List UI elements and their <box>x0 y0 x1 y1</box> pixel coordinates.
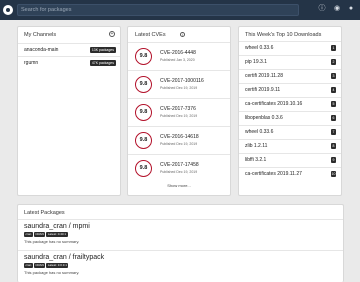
cve-published-date: Published Jan 3, 2020 <box>160 58 195 62</box>
show-more-link[interactable]: Show more... <box>128 183 230 188</box>
package-summary: This package has no summary. <box>24 239 80 244</box>
package-tags: cran CRAN Latest: 3.0.3.1 <box>24 263 324 268</box>
rank-badge: 4 <box>331 87 336 93</box>
rank-badge: 1 <box>331 45 336 51</box>
package-tag: CRAN <box>33 232 46 237</box>
cve-published-date: Published Dec 19, 2019 <box>160 114 198 118</box>
channel-item[interactable]: rgumn 47K packages <box>18 56 120 69</box>
package-tag: cran <box>24 263 33 268</box>
cve-id[interactable]: CVE-2017-1000116 <box>160 78 204 84</box>
download-item[interactable]: ca-certificates 2019.11.27 10 <box>239 167 341 179</box>
cve-score: 9.8 <box>135 48 152 65</box>
rank-badge: 5 <box>331 101 336 107</box>
cve-item[interactable]: 9.8 CVE-2016-14618 Published Dec 19, 201… <box>128 126 230 154</box>
latest-cves-card: Latest CVEs i 9.8 CVE-2016-4448 Publishe… <box>127 26 231 196</box>
cve-published-date: Published Dec 19, 2019 <box>160 170 198 174</box>
cve-id[interactable]: CVE-2016-14618 <box>160 134 199 140</box>
download-item[interactable]: zlib 1.2.11 8 <box>239 139 341 151</box>
info-icon[interactable]: i <box>180 32 185 37</box>
latest-packages-title: Latest Packages <box>24 210 65 216</box>
cve-item[interactable]: 9.8 CVE-2017-1000116 Published Dec 19, 2… <box>128 70 230 98</box>
package-tag: cran <box>24 232 33 237</box>
download-package-name[interactable]: wheel 0.33.6 <box>245 129 273 135</box>
download-package-name[interactable]: zlib 1.2.11 <box>245 143 267 149</box>
info-icon[interactable]: ⓘ <box>318 5 326 13</box>
cve-id[interactable]: CVE-2016-4448 <box>160 50 196 56</box>
download-package-name[interactable]: ca-certificates 2019.10.16 <box>245 101 302 107</box>
download-package-name[interactable]: certifi 2019.11.28 <box>245 73 283 79</box>
download-item[interactable]: certifi 2019.9.11 4 <box>239 83 341 95</box>
channel-name: anaconda-main <box>24 47 59 53</box>
anaconda-logo-icon[interactable] <box>3 5 13 15</box>
package-item[interactable]: saundra_cran / frailtypack cran CRAN Lates… <box>24 254 324 275</box>
rank-badge: 9 <box>331 157 336 163</box>
search-input[interactable]: Search for packages <box>17 4 299 16</box>
cve-score: 9.8 <box>135 104 152 121</box>
download-item[interactable]: wheel 0.33.6 1 <box>239 41 341 53</box>
download-item[interactable]: ca-certificates 2019.10.16 5 <box>239 97 341 109</box>
cve-score: 9.8 <box>135 76 152 93</box>
cve-score: 9.8 <box>135 160 152 177</box>
channel-name: rgumn <box>24 60 39 66</box>
download-package-name[interactable]: libopenblas 0.3.6 <box>245 115 283 121</box>
download-package-name[interactable]: ca-certificates 2019.11.27 <box>245 171 302 177</box>
latest-packages-card: Latest Packages saundra_cran / mpmi cran… <box>17 204 344 282</box>
download-package-name[interactable]: libffi 3.2.1 <box>245 157 266 163</box>
download-item[interactable]: wheel 0.33.6 7 <box>239 125 341 137</box>
download-package-name[interactable]: wheel 0.33.6 <box>245 45 273 51</box>
github-icon[interactable]: ◉ <box>333 5 341 13</box>
divider <box>18 219 343 220</box>
package-tag: Latest: 3.0.3.1 <box>46 263 69 268</box>
download-package-name[interactable]: certifi 2019.9.11 <box>245 87 280 93</box>
package-count-badge: 47K packages <box>89 60 116 66</box>
package-name[interactable]: saundra_cran / mpmi <box>24 223 324 230</box>
package-count-badge: 13K packages <box>89 47 116 53</box>
my-channels-title: My Channels <box>24 32 57 38</box>
cve-item[interactable]: 9.8 CVE-2016-4448 Published Jan 3, 2020 <box>128 42 230 70</box>
top-downloads-title: This Week's Top 10 Downloads <box>245 32 322 38</box>
cve-id[interactable]: CVE-2017-7376 <box>160 106 196 112</box>
cve-published-date: Published Dec 19, 2019 <box>160 86 198 90</box>
download-item[interactable]: pip 19.3.1 2 <box>239 55 341 67</box>
rank-badge: 6 <box>331 115 336 121</box>
rank-badge: 7 <box>331 129 336 135</box>
cve-published-date: Published Dec 19, 2019 <box>160 142 198 146</box>
user-icon[interactable]: ● <box>347 5 355 13</box>
rank-badge: 3 <box>331 73 336 79</box>
top-downloads-card: This Week's Top 10 Downloads wheel 0.33.… <box>238 26 342 196</box>
package-name[interactable]: saundra_cran / frailtypack <box>24 254 324 261</box>
download-item[interactable]: libopenblas 0.3.6 6 <box>239 111 341 123</box>
rank-badge: 8 <box>331 143 336 149</box>
rank-badge: 2 <box>331 59 336 65</box>
download-item[interactable]: libffi 3.2.1 9 <box>239 153 341 165</box>
top-navigation-bar: Search for packages ⓘ ◉ ● <box>0 0 360 20</box>
download-package-name[interactable]: pip 19.3.1 <box>245 59 267 65</box>
package-item[interactable]: saundra_cran / mpmi cran CRAN Latest: 0.43… <box>24 223 324 244</box>
cve-item[interactable]: 9.8 CVE-2017-17458 Published Dec 19, 201… <box>128 154 230 182</box>
add-channel-icon[interactable]: + <box>109 31 115 37</box>
latest-cves-title: Latest CVEs <box>135 32 166 38</box>
cve-score: 9.8 <box>135 132 152 149</box>
package-summary: This package has no summary. <box>24 270 80 275</box>
package-tags: cran CRAN Latest: 0.43.1 <box>24 232 324 237</box>
channel-item[interactable]: anaconda-main 13K packages <box>18 43 120 56</box>
package-tag: CRAN <box>33 263 46 268</box>
cve-id[interactable]: CVE-2017-17458 <box>160 162 199 168</box>
rank-badge: 10 <box>331 171 336 177</box>
cve-item[interactable]: 9.8 CVE-2017-7376 Published Dec 19, 2019 <box>128 98 230 126</box>
divider <box>18 250 343 251</box>
my-channels-card: My Channels + anaconda-main 13K packages… <box>17 26 121 196</box>
package-tag: Latest: 0.43.1 <box>46 232 68 237</box>
download-item[interactable]: certifi 2019.11.28 3 <box>239 69 341 81</box>
